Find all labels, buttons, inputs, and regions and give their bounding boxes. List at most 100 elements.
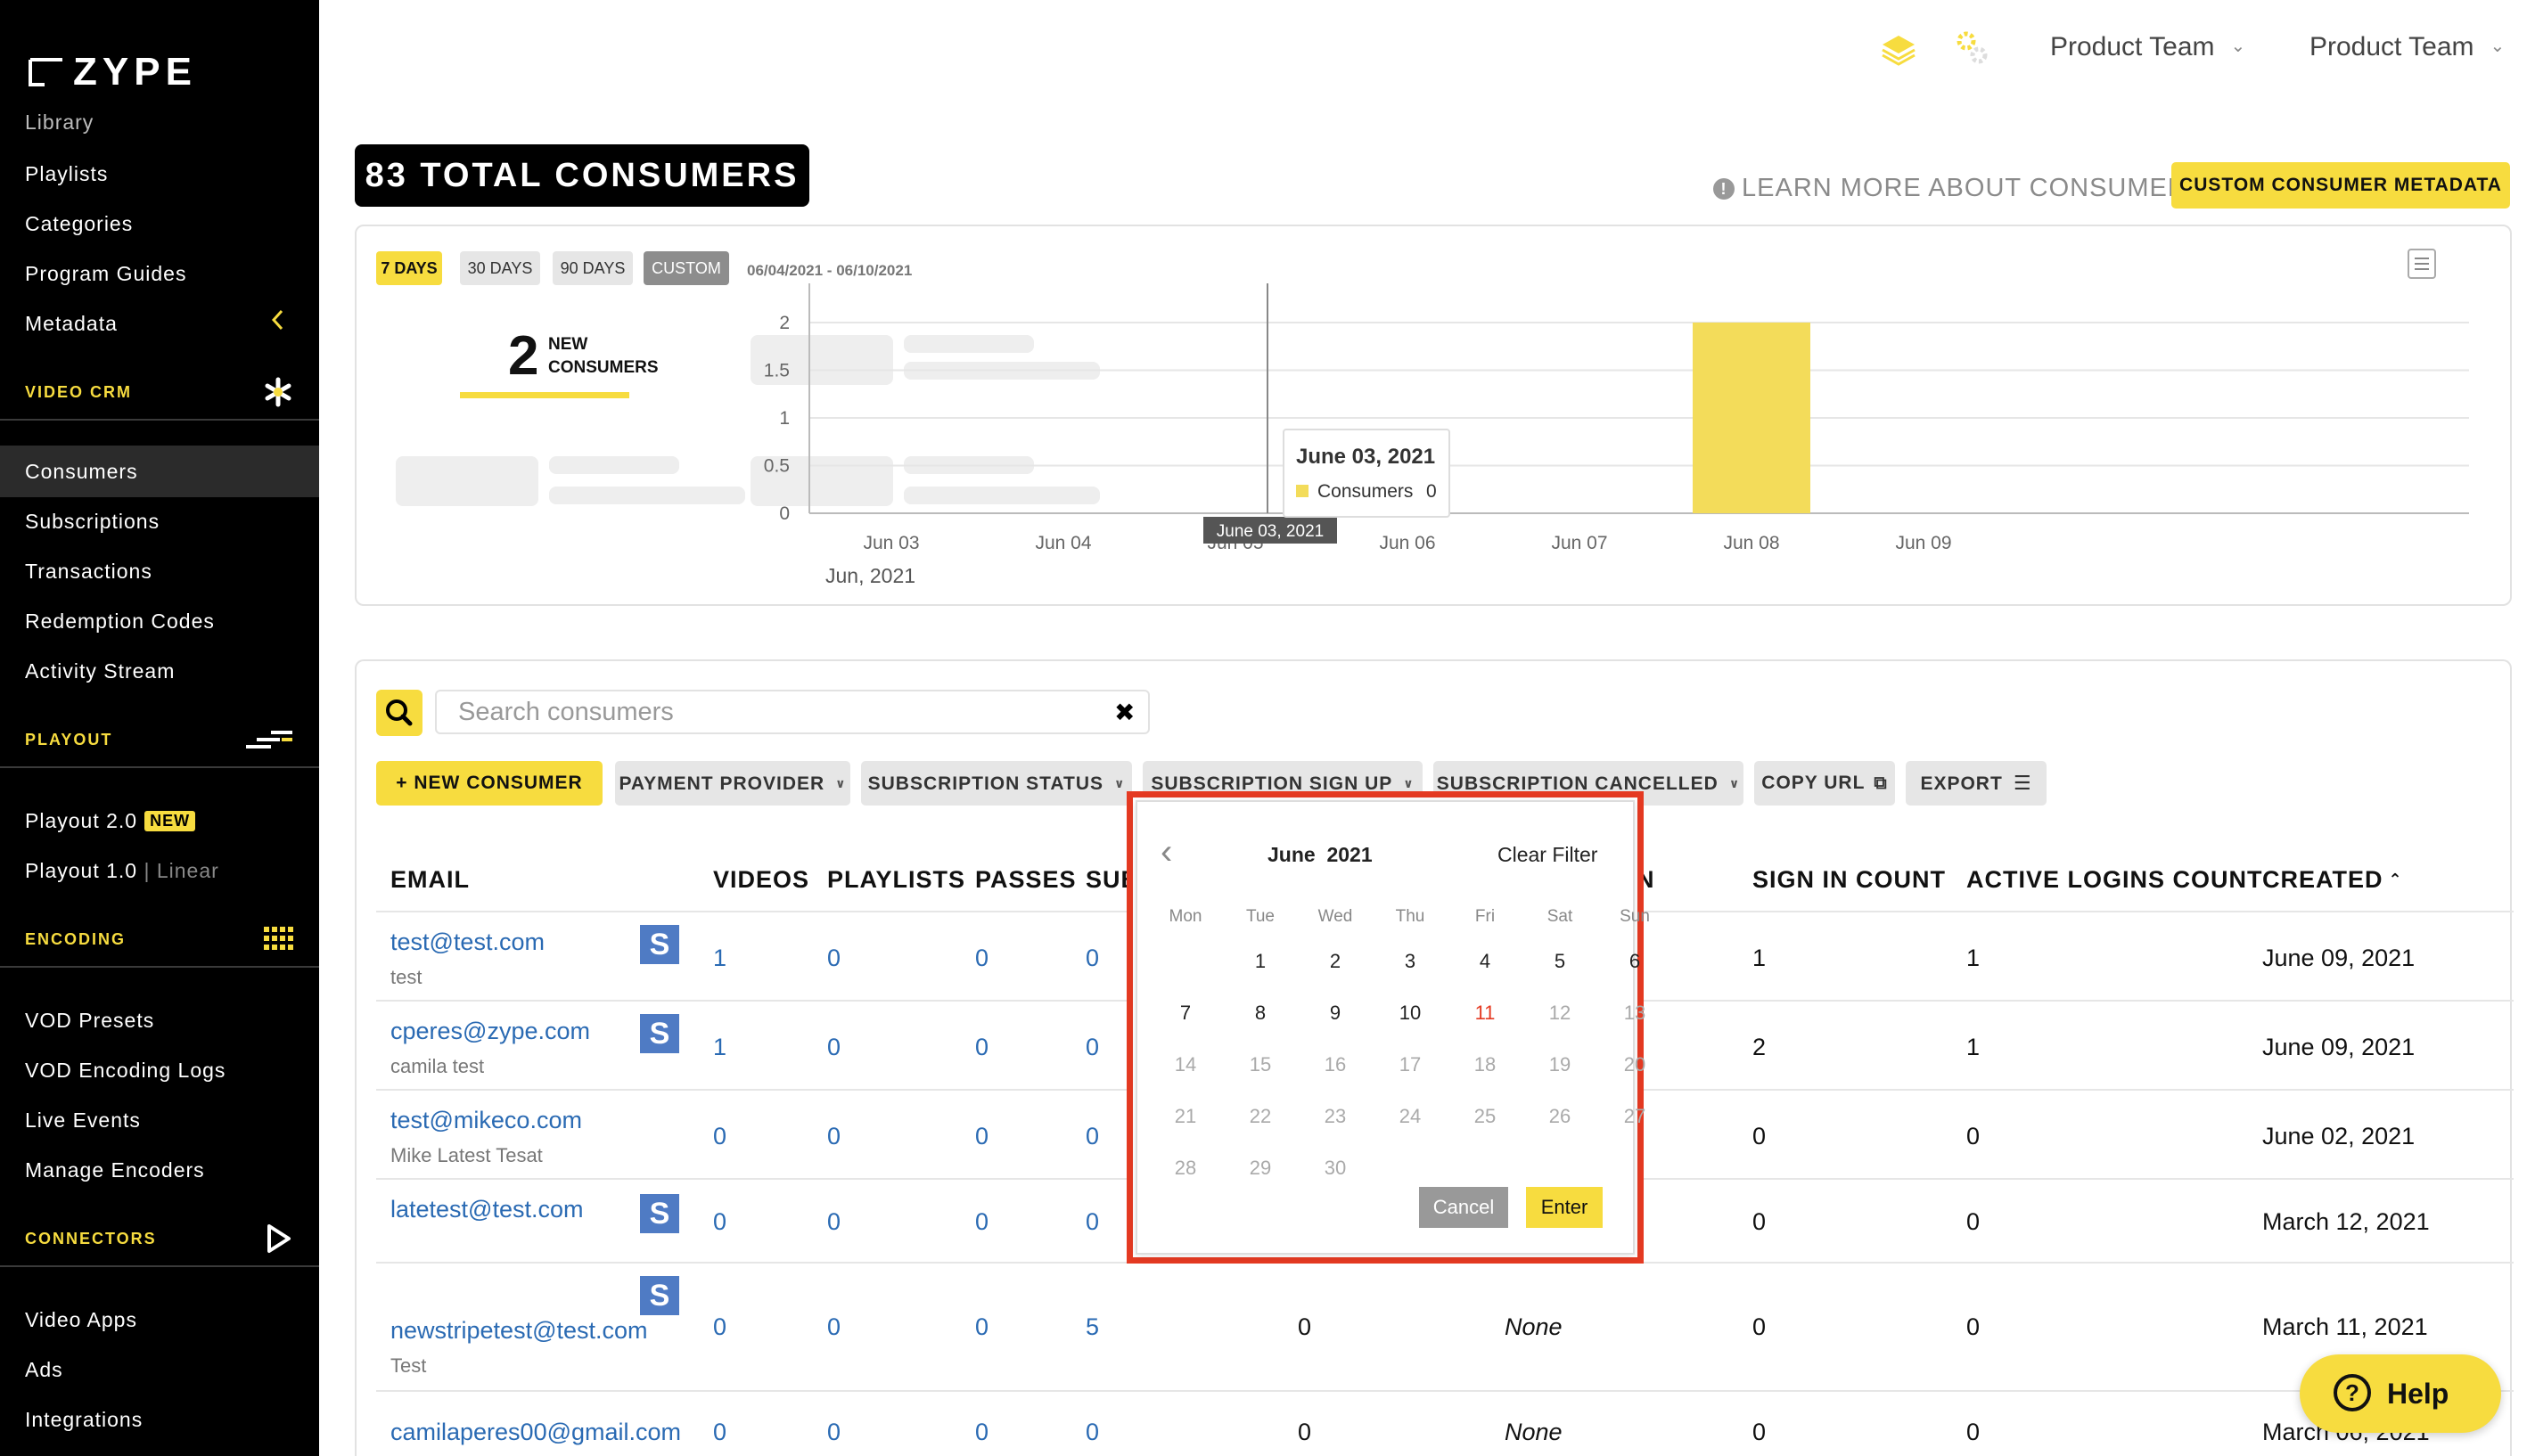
row-playlists[interactable]: 0: [827, 1123, 841, 1150]
section-connectors[interactable]: CONNECTORS: [0, 1212, 319, 1267]
sidebar-item-categories[interactable]: Categories: [25, 212, 133, 236]
clear-search-icon[interactable]: ✖: [1114, 700, 1135, 725]
clear-filter-button[interactable]: Clear Filter: [1497, 843, 1597, 867]
row-videos[interactable]: 0: [713, 1313, 726, 1341]
row-subscriptions[interactable]: 0: [1086, 1208, 1099, 1236]
row-subscriptions[interactable]: 0: [1086, 1419, 1099, 1446]
help-button[interactable]: ? Help: [2300, 1354, 2501, 1433]
learn-more-link[interactable]: ! LEARN MORE ABOUT CONSUMERS: [1713, 174, 2205, 203]
sidebar-item-playlists[interactable]: Playlists: [25, 162, 108, 186]
gear-icon[interactable]: [1952, 29, 1991, 68]
row-videos[interactable]: 0: [713, 1419, 726, 1446]
row-videos[interactable]: 0: [713, 1208, 726, 1236]
row-email[interactable]: cperes@zype.com: [390, 1018, 590, 1045]
row-playlists[interactable]: 0: [827, 1419, 841, 1446]
row-subscriptions[interactable]: 0: [1086, 1034, 1099, 1061]
sidebar-item-transactions[interactable]: Transactions: [25, 560, 152, 584]
filter-label: PAYMENT PROVIDER: [619, 773, 825, 794]
row-email[interactable]: newstripetest@test.com: [390, 1317, 648, 1345]
row-playlists[interactable]: 0: [827, 1208, 841, 1236]
row-playlists[interactable]: 0: [827, 945, 841, 972]
row-email[interactable]: test@test.com: [390, 928, 545, 956]
sidebar-item-vod-presets[interactable]: VOD Presets: [25, 1009, 154, 1033]
row-passes[interactable]: 0: [975, 945, 989, 972]
day-cell[interactable]: 11: [1458, 1002, 1512, 1025]
day-cell[interactable]: 5: [1533, 950, 1587, 973]
col-playlists[interactable]: PLAYLISTS: [827, 866, 965, 894]
team-select-2[interactable]: Product Team ⌄: [2309, 32, 2505, 62]
payment-provider-dropdown[interactable]: PAYMENT PROVIDER ∨: [615, 761, 850, 806]
row-passes[interactable]: 0: [975, 1034, 989, 1061]
day-cell[interactable]: 8: [1234, 1002, 1287, 1025]
search-button[interactable]: [376, 690, 422, 736]
sidebar-item-live-events[interactable]: Live Events: [25, 1108, 141, 1133]
day-cell[interactable]: 6: [1608, 950, 1661, 973]
team-select-1[interactable]: Product Team ⌄: [2050, 32, 2245, 62]
sidebar-item-activity-stream[interactable]: Activity Stream: [25, 659, 175, 683]
day-cell[interactable]: 1: [1234, 950, 1287, 973]
day-cell[interactable]: 2: [1309, 950, 1362, 973]
col-active-logins-count[interactable]: ACTIVE LOGINS COUNT: [1966, 866, 2263, 894]
sidebar-item-integrations[interactable]: Integrations: [25, 1408, 143, 1432]
row-passes[interactable]: 0: [975, 1419, 989, 1446]
datepicker-enter-button[interactable]: Enter: [1526, 1187, 1603, 1228]
datepicker-cancel-button[interactable]: Cancel: [1419, 1187, 1508, 1228]
row-subscriptions[interactable]: 0: [1086, 945, 1099, 972]
row-videos[interactable]: 1: [713, 945, 726, 972]
col-sign-in-count[interactable]: SIGN IN COUNT: [1752, 866, 1946, 894]
zype-logo[interactable]: ZYPE: [27, 49, 294, 94]
section-video-crm[interactable]: VIDEO CRM: [0, 365, 319, 421]
day-cell[interactable]: 3: [1383, 950, 1437, 973]
search-input[interactable]: Search consumers: [435, 690, 1150, 734]
row-passes[interactable]: 0: [975, 1208, 989, 1236]
sidebar-item-redemption-codes[interactable]: Redemption Codes: [25, 609, 215, 634]
row-passes[interactable]: 0: [975, 1123, 989, 1150]
sidebar-item-subscriptions[interactable]: Subscriptions: [25, 510, 160, 534]
col-videos[interactable]: VIDEOS: [713, 866, 809, 894]
day-cell: 20: [1623, 1053, 1646, 1076]
copy-url-button[interactable]: COPY URL ⧉: [1754, 761, 1895, 806]
chart-bar: [1693, 323, 1810, 513]
sidebar-item-library[interactable]: Library: [25, 110, 94, 135]
new-consumer-button[interactable]: + NEW CONSUMER: [376, 761, 603, 806]
day-cell[interactable]: 10: [1383, 1002, 1437, 1025]
export-button[interactable]: EXPORT ☰: [1906, 761, 2047, 806]
help-label: Help: [2387, 1378, 2449, 1410]
col-created[interactable]: CREATED ⌃: [2262, 866, 2403, 894]
row-subscriptions[interactable]: 5: [1086, 1313, 1099, 1341]
sidebar-item-playout-2[interactable]: Playout 2.0 NEW: [25, 809, 196, 833]
row-email[interactable]: test@mikeco.com: [390, 1107, 582, 1134]
day-cell[interactable]: 7: [1159, 1002, 1212, 1025]
row-videos[interactable]: 0: [713, 1123, 726, 1150]
row-email[interactable]: camilaperes00@gmail.com: [390, 1419, 681, 1446]
subscription-status-dropdown[interactable]: SUBSCRIPTION STATUS ∨: [861, 761, 1132, 806]
row-playlists[interactable]: 0: [827, 1313, 841, 1341]
sidebar-item-vod-encoding-logs[interactable]: VOD Encoding Logs: [25, 1059, 226, 1083]
sidebar-item-playout-1[interactable]: Playout 1.0 | Linear: [25, 859, 219, 883]
sidebar-item-manage-encoders[interactable]: Manage Encoders: [25, 1158, 205, 1182]
chevron-left-icon[interactable]: [269, 308, 285, 331]
section-playout[interactable]: PLAYOUT: [0, 713, 319, 768]
menu-icon: ☰: [2013, 772, 2032, 794]
day-cell[interactable]: 9: [1309, 1002, 1362, 1025]
sidebar-item-ads[interactable]: Ads: [25, 1358, 63, 1382]
row-passes[interactable]: 0: [975, 1313, 989, 1341]
sidebar-item-metadata[interactable]: Metadata: [25, 312, 118, 336]
sidebar-item-consumers[interactable]: Consumers: [25, 460, 138, 484]
sidebar-item-video-apps[interactable]: Video Apps: [25, 1308, 137, 1332]
copy-icon: ⧉: [1874, 773, 1888, 793]
sidebar-item-label: Playout 2.0: [25, 809, 138, 832]
sidebar-item-program-guides[interactable]: Program Guides: [25, 262, 186, 286]
row-videos[interactable]: 1: [713, 1034, 726, 1061]
row-subscriptions[interactable]: 0: [1086, 1123, 1099, 1150]
y-tick-label: 1.5: [764, 361, 790, 381]
col-email[interactable]: EMAIL: [390, 866, 470, 894]
section-encoding[interactable]: ENCODING: [0, 912, 319, 968]
custom-consumer-metadata-button[interactable]: CUSTOM CONSUMER METADATA: [2171, 162, 2510, 209]
chevron-left-icon[interactable]: ‹: [1161, 834, 1172, 870]
col-passes[interactable]: PASSES: [975, 866, 1077, 894]
row-email[interactable]: latetest@test.com: [390, 1196, 584, 1223]
row-playlists[interactable]: 0: [827, 1034, 841, 1061]
day-cell[interactable]: 4: [1458, 950, 1512, 973]
layers-icon[interactable]: [1879, 30, 1918, 70]
